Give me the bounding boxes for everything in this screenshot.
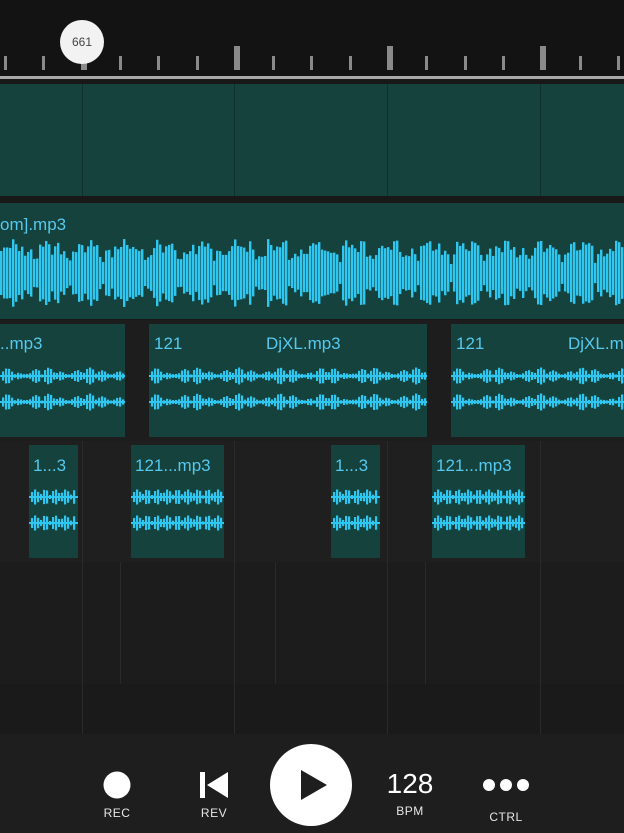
ruler-tick bbox=[579, 56, 582, 70]
playhead-position-label: 661 bbox=[71, 35, 93, 49]
ruler-tick bbox=[157, 56, 160, 70]
clip-number: 121 bbox=[456, 334, 485, 353]
clip-name: DjXL.mp bbox=[568, 334, 624, 353]
clip-track4-3[interactable]: 1...3 bbox=[331, 445, 380, 558]
ruler-tick bbox=[387, 46, 393, 70]
ruler-tick bbox=[119, 56, 122, 70]
track-lane-6[interactable] bbox=[0, 684, 624, 734]
waveform bbox=[29, 489, 78, 531]
ctrl-label: CTRL bbox=[489, 810, 523, 824]
clip-track2-1[interactable]: om].mp3 bbox=[0, 203, 624, 319]
clip-name: DjXL.mp3 bbox=[266, 334, 341, 353]
clip-track4-4[interactable]: 121...mp3 bbox=[432, 445, 525, 558]
clip-name: om].mp3 bbox=[0, 215, 67, 234]
ruler-tick bbox=[425, 56, 428, 70]
bpm-label: BPM bbox=[396, 804, 424, 818]
ruler-tick bbox=[234, 46, 240, 70]
clip-track3-3[interactable]: 121 DjXL.mp bbox=[451, 324, 624, 437]
track-lane-3[interactable]: ..mp3 121 DjXL.mp3 121 DjXL.mp bbox=[0, 320, 624, 441]
clip-track4-1[interactable]: 1...3 bbox=[29, 445, 78, 558]
rec-label: REC bbox=[103, 806, 131, 820]
waveform bbox=[0, 367, 125, 411]
ruler-tick bbox=[349, 56, 352, 70]
timeline-ruler[interactable]: 661 bbox=[0, 0, 624, 79]
rev-label: REV bbox=[200, 806, 228, 820]
waveform bbox=[131, 489, 224, 531]
clip-name: 121...mp3 bbox=[135, 456, 211, 475]
track-lane-5[interactable] bbox=[0, 562, 624, 684]
waveform bbox=[0, 239, 624, 307]
track-lane-2[interactable]: om].mp3 bbox=[0, 200, 624, 320]
track-1-block[interactable] bbox=[0, 84, 624, 196]
clip-number: 121 bbox=[154, 334, 183, 353]
waveform bbox=[149, 367, 427, 411]
waveform bbox=[451, 367, 624, 411]
rec-button[interactable]: REC bbox=[95, 770, 139, 820]
ruler-tick bbox=[196, 56, 199, 70]
clip-track4-2[interactable]: 121...mp3 bbox=[131, 445, 224, 558]
ruler-tick bbox=[617, 56, 620, 70]
bpm-control[interactable]: 128 BPM bbox=[379, 768, 441, 818]
waveform bbox=[432, 489, 525, 531]
ruler-tick bbox=[272, 56, 275, 70]
clip-name: 121...mp3 bbox=[436, 456, 512, 475]
clip-name: 1...3 bbox=[335, 456, 369, 475]
ruler-tick bbox=[4, 56, 7, 70]
track-lane-4[interactable]: 1...3 121...mp3 1...3 121...mp3 bbox=[0, 441, 624, 562]
ruler-tick bbox=[464, 56, 467, 70]
play-button[interactable] bbox=[270, 744, 352, 826]
clip-name: 1...3 bbox=[33, 456, 67, 475]
rev-button[interactable]: REV bbox=[192, 770, 236, 820]
clip-track3-2[interactable]: 121 DjXL.mp3 bbox=[149, 324, 427, 437]
ruler-tick bbox=[310, 56, 313, 70]
playhead-marker[interactable]: 661 bbox=[60, 20, 104, 64]
transport-bar: REC REV 128 BPM CTRL bbox=[0, 734, 624, 833]
ruler-tick bbox=[502, 56, 505, 70]
ruler-tick bbox=[42, 56, 45, 70]
track-area[interactable]: om].mp3 ..mp3 121 DjXL.mp3 121 DjXL.mp 1 bbox=[0, 79, 624, 734]
waveform bbox=[331, 489, 380, 531]
clip-track3-1[interactable]: ..mp3 bbox=[0, 324, 125, 437]
track-lane-1[interactable] bbox=[0, 79, 624, 200]
record-icon bbox=[103, 771, 131, 799]
clip-name: ..mp3 bbox=[0, 334, 43, 353]
ruler-tick bbox=[540, 46, 546, 70]
rewind-icon bbox=[200, 772, 228, 798]
ctrl-button[interactable]: CTRL bbox=[478, 776, 534, 824]
bpm-value: 128 bbox=[386, 768, 434, 799]
more-icon bbox=[483, 779, 529, 791]
play-icon bbox=[301, 770, 327, 800]
